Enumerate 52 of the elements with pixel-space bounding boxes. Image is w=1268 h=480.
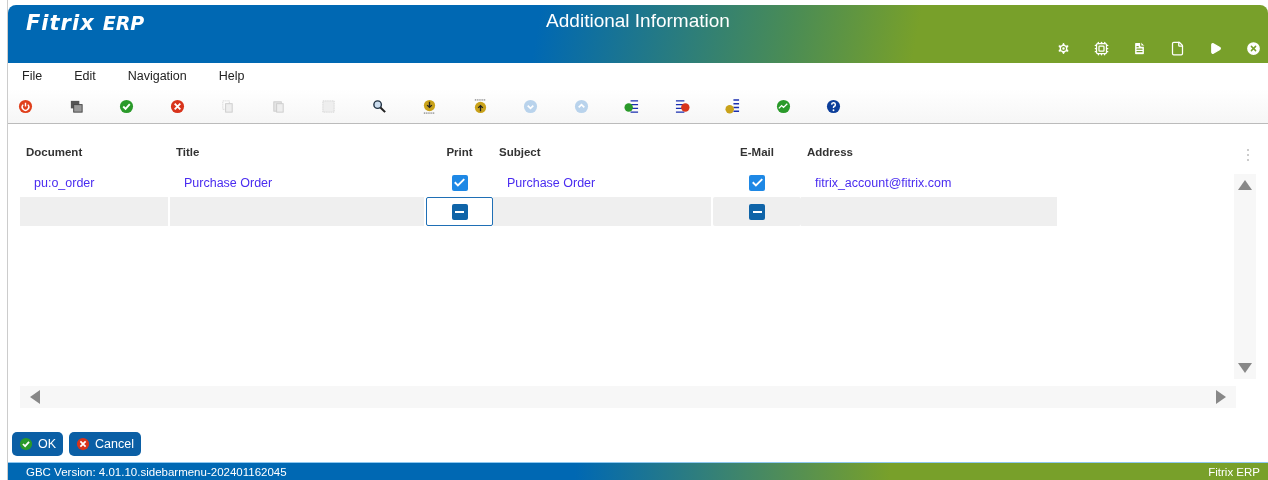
- help-icon[interactable]: [826, 98, 841, 114]
- app-name: Fitrix ERP: [1208, 465, 1260, 478]
- check-icon: [19, 437, 33, 451]
- arrow-up-icon[interactable]: [472, 98, 488, 114]
- chip-icon[interactable]: [1092, 39, 1110, 57]
- minus-icon: [752, 210, 762, 213]
- close-icon[interactable]: [1244, 39, 1262, 57]
- column-header: Address: [806, 145, 855, 160]
- insert-row-icon[interactable]: [725, 98, 740, 114]
- check-mark-icon: [751, 178, 763, 187]
- column-header: Title: [175, 145, 201, 160]
- focused-cell[interactable]: [426, 197, 493, 226]
- column-header: Document: [25, 145, 84, 160]
- table-cell[interactable]: pu:o_order: [20, 168, 170, 197]
- cancel-icon: [76, 437, 91, 451]
- column-header: E-Mail: [739, 145, 775, 160]
- menu-item[interactable]: File: [22, 69, 43, 89]
- delete-row-icon[interactable]: [674, 98, 690, 114]
- horizontal-scrollbar[interactable]: [20, 386, 1236, 408]
- windows-icon[interactable]: [68, 98, 84, 114]
- check-icon[interactable]: [119, 98, 134, 114]
- indeterminate-checkbox[interactable]: [451, 203, 468, 220]
- checkbox[interactable]: [749, 174, 765, 191]
- scroll-left-icon[interactable]: [30, 390, 40, 404]
- power-icon[interactable]: [18, 98, 33, 114]
- add-row-icon[interactable]: [624, 98, 639, 114]
- logo-suffix: ERP: [102, 12, 145, 34]
- menu-item[interactable]: Help: [218, 69, 245, 89]
- ok-button[interactable]: OK: [12, 432, 64, 456]
- version-text: GBC Version: 4.01.10.sidebarmenu-202401162045: [26, 465, 287, 478]
- table-cell[interactable]: fitrix_account@fitrix.com: [801, 168, 1059, 197]
- scroll-right-icon[interactable]: [1216, 390, 1226, 404]
- indeterminate-checkbox[interactable]: [749, 203, 765, 220]
- table-cell[interactable]: Purchase Order: [170, 168, 426, 197]
- column-header: Subject: [498, 145, 542, 160]
- table-cell[interactable]: Purchase Order: [493, 168, 713, 197]
- arrow-down-icon[interactable]: [422, 98, 437, 114]
- checkbox[interactable]: [451, 174, 468, 191]
- logo-text: Fitrix: [26, 11, 95, 35]
- column-header: Print: [445, 145, 474, 160]
- scroll-down-icon[interactable]: [1238, 363, 1252, 373]
- vertical-scrollbar[interactable]: [1234, 174, 1256, 379]
- menu-item[interactable]: Edit: [74, 69, 96, 89]
- chart-icon[interactable]: [775, 98, 791, 114]
- check-mark-icon: [454, 178, 465, 187]
- minus-icon: [455, 210, 464, 213]
- cancel-button[interactable]: Cancel: [69, 432, 141, 456]
- menu-item[interactable]: Navigation: [127, 69, 187, 89]
- window-title: Additional Information: [546, 10, 730, 32]
- search-icon[interactable]: [371, 98, 387, 114]
- cancel-icon[interactable]: [169, 98, 185, 114]
- scroll-up-icon[interactable]: [1238, 180, 1252, 190]
